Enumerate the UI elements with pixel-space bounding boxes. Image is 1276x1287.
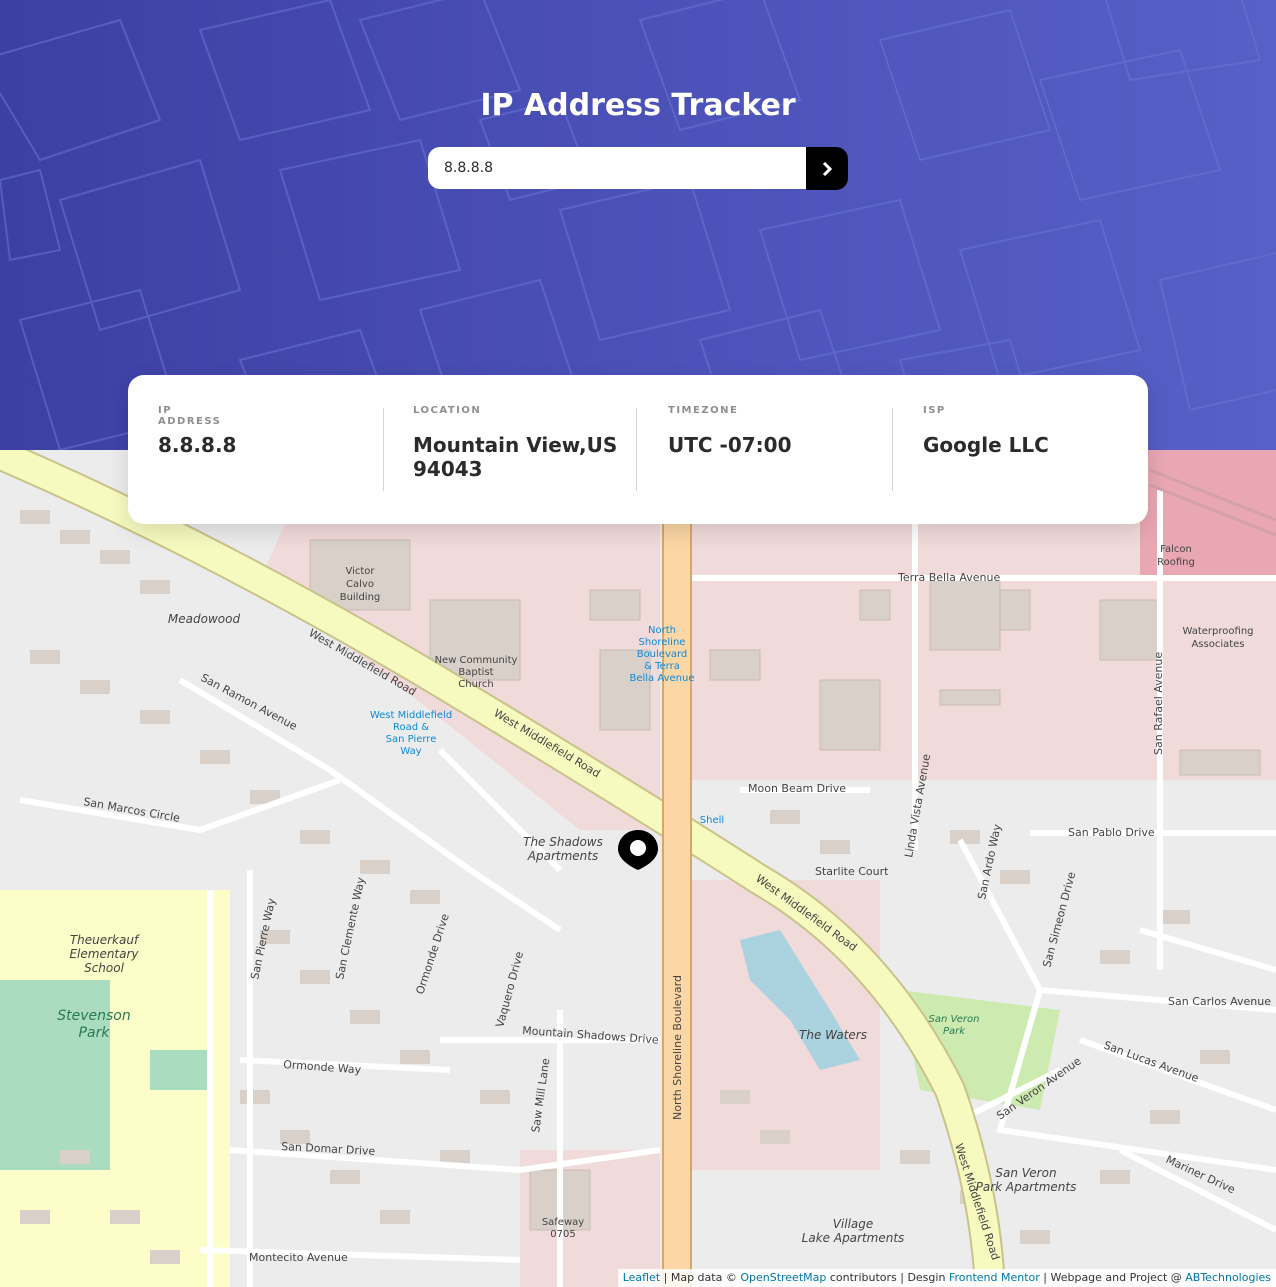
place-busstop2-line2: Shoreline xyxy=(639,637,686,648)
place-shadows-line1: The Shadows xyxy=(523,835,603,849)
place-church-line1: New Community xyxy=(435,655,518,666)
street-san-carlos: San Carlos Avenue xyxy=(1168,995,1271,1008)
place-waters: The Waters xyxy=(799,1028,867,1042)
divider xyxy=(892,408,893,491)
place-village-line2: Lake Apartments xyxy=(802,1231,905,1245)
place-victor-line2: Calvo xyxy=(346,579,374,590)
location-value-line1: Mountain View,US xyxy=(413,433,618,457)
place-village-line1: Village xyxy=(833,1217,874,1231)
place-waterproofing-line1: Waterproofing xyxy=(1182,626,1253,637)
place-safeway-line1: Safeway xyxy=(542,1217,584,1228)
street-moon-beam: Moon Beam Drive xyxy=(748,782,846,795)
location-label: LOCATION xyxy=(413,405,482,416)
divider xyxy=(383,408,384,491)
location-value-line2: 94043 xyxy=(413,457,483,481)
street-north-shoreline: North Shoreline Boulevard xyxy=(671,975,684,1120)
place-busstop2-line1: North xyxy=(648,625,676,636)
frontend-mentor-link[interactable]: Frontend Mentor xyxy=(949,1271,1040,1284)
place-busstop-line1: West Middlefield xyxy=(370,710,452,721)
place-theuerkauf-line2: Elementary xyxy=(69,947,139,961)
osm-link[interactable]: OpenStreetMap xyxy=(740,1271,826,1284)
author-link[interactable]: ABTechnologies xyxy=(1185,1271,1271,1284)
place-church-line3: Church xyxy=(458,679,493,690)
map-attribution: Leaflet | Map data © OpenStreetMap contr… xyxy=(617,1269,1276,1287)
place-victor-line1: Victor xyxy=(345,566,375,577)
place-falcon-line1: Falcon xyxy=(1160,544,1192,555)
attribution-sep2: contributors | Desgin xyxy=(826,1271,949,1284)
street-terra-bella: Terra Bella Avenue xyxy=(897,571,1000,584)
search-submit-button[interactable] xyxy=(806,147,848,190)
location-value: Mountain View,US 94043 xyxy=(413,433,628,481)
map-view[interactable]: West Middlefield Road West Middlefield R… xyxy=(0,450,1276,1287)
place-busstop-line4: Way xyxy=(400,746,421,757)
street-starlite: Starlite Court xyxy=(815,865,889,878)
place-falcon-line2: Roofing xyxy=(1157,557,1195,568)
place-busstop-line2: Road & xyxy=(393,722,429,733)
map-canvas[interactable]: West Middlefield Road West Middlefield R… xyxy=(0,450,1276,1287)
place-safeway-line2: 0705 xyxy=(550,1229,575,1240)
leaflet-link[interactable]: Leaflet xyxy=(623,1271,660,1284)
divider xyxy=(636,408,637,491)
place-waterproofing-line2: Associates xyxy=(1191,639,1244,650)
street-montecito: Montecito Avenue xyxy=(249,1251,348,1264)
place-busstop-line3: San Pierre xyxy=(386,734,437,745)
place-busstop2-line4: & Terra xyxy=(644,661,680,672)
place-church-line2: Baptist xyxy=(458,667,493,678)
ip-info-card: IP ADDRESS 8.8.8.8 LOCATION Mountain Vie… xyxy=(128,375,1148,524)
place-sanveron-park-line1: San Veron xyxy=(929,1014,980,1025)
timezone-label: TIMEZONE xyxy=(668,405,739,416)
place-theuerkauf-line1: Theuerkauf xyxy=(70,933,140,947)
street-san-rafael: San Rafael Avenue xyxy=(1152,652,1165,755)
place-sanveron-park-line2: Park xyxy=(943,1026,966,1037)
place-stevenson-line1: Stevenson xyxy=(57,1008,131,1024)
place-busstop2-line3: Boulevard xyxy=(637,649,688,660)
place-victor-line3: Building xyxy=(340,592,381,603)
place-shell: Shell xyxy=(700,815,724,826)
attribution-sep1: | Map data © xyxy=(660,1271,741,1284)
svg-text:The ShadowsApartments: The Shadows Apartments xyxy=(523,835,603,863)
isp-value: Google LLC xyxy=(923,433,1049,457)
place-meadowood: Meadowood xyxy=(168,612,241,626)
page-title: IP Address Tracker xyxy=(480,88,796,123)
chevron-right-icon xyxy=(822,161,833,176)
timezone-value: UTC -07:00 xyxy=(668,433,792,457)
ip-address-value: 8.8.8.8 xyxy=(158,433,237,457)
isp-label: ISP xyxy=(923,405,946,416)
place-busstop2-line5: Bella Avenue xyxy=(629,673,694,684)
ip-search-input[interactable] xyxy=(428,147,806,189)
attribution-sep3: | Webpage and Project @ xyxy=(1039,1271,1186,1284)
street-san-pablo: San Pablo Drive xyxy=(1068,826,1155,839)
place-sanveron-apts-line2: Park Apartments xyxy=(976,1180,1077,1194)
place-sanveron-apts-line1: San Veron xyxy=(995,1166,1056,1180)
place-shadows-line2: Apartments xyxy=(527,849,598,863)
place-theuerkauf-line3: School xyxy=(84,961,125,975)
ip-address-label: IP ADDRESS xyxy=(158,405,222,427)
place-stevenson-line2: Park xyxy=(79,1025,111,1041)
